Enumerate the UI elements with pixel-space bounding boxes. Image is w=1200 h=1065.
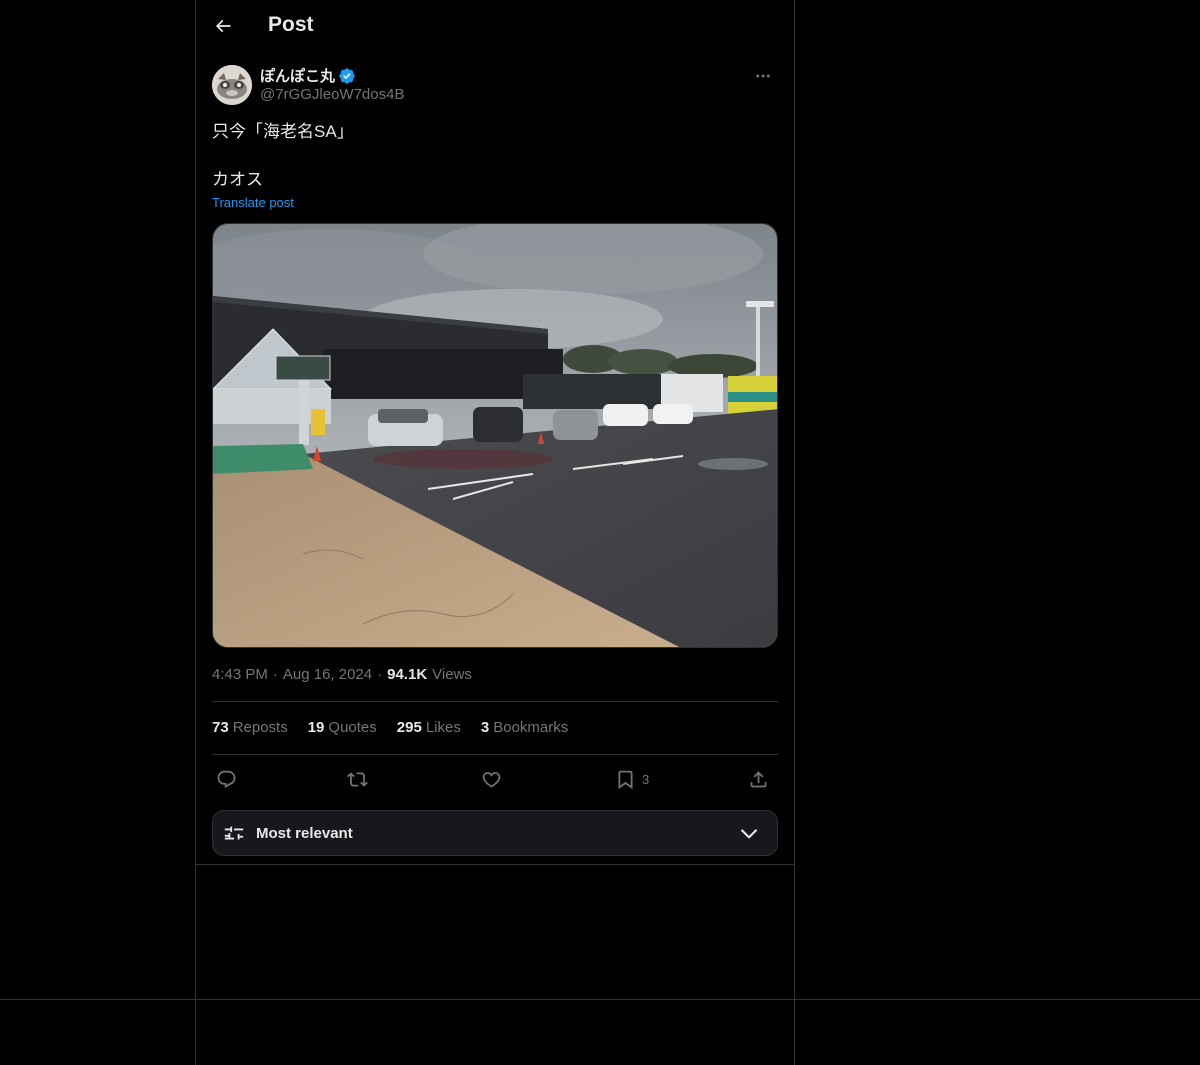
back-button[interactable] <box>206 9 240 43</box>
repost-button[interactable] <box>347 764 368 794</box>
page-title: Post <box>268 13 314 36</box>
reply-icon <box>217 770 236 788</box>
author-handle[interactable]: @7rGGJleoW7dos4B <box>260 86 404 103</box>
reposts-stat[interactable]: 73 Reposts <box>212 719 288 736</box>
share-icon <box>750 770 767 787</box>
stat-count: 73 <box>212 719 229 736</box>
post-text-gap <box>212 144 354 168</box>
stat-count: 3 <box>480 719 490 736</box>
post-actions: 3 <box>212 764 778 794</box>
quotes-stat[interactable]: 19 Quotes <box>308 719 377 736</box>
post-date[interactable]: Aug 16, 2024 <box>283 666 372 683</box>
chevron-down-icon <box>740 829 758 839</box>
bookmark-button[interactable]: 3 <box>615 764 649 794</box>
like-icon <box>482 771 501 788</box>
back-arrow-icon <box>215 19 231 33</box>
post-text-line: 只今「海老名SA」 <box>212 122 354 141</box>
post-stats: 73 Reposts 19 Quotes 295 Likes 3 Bookmar… <box>212 719 568 736</box>
meta-separator: · <box>272 666 278 683</box>
share-button[interactable] <box>748 764 769 794</box>
bottom-divider <box>0 999 1200 1000</box>
views-label: Views <box>432 666 472 683</box>
right-column-divider <box>794 0 795 1065</box>
sort-sliders-icon <box>224 826 244 840</box>
display-name-row[interactable]: ぽんぽこ丸 <box>260 65 356 86</box>
stat-label: Likes <box>425 719 461 736</box>
avatar[interactable] <box>212 65 252 105</box>
sort-label: Most relevant <box>256 825 353 842</box>
stat-label: Bookmarks <box>493 719 569 736</box>
views-count: 94.1K <box>387 666 428 683</box>
likes-stat[interactable]: 295 Likes <box>397 719 461 736</box>
column-section-divider <box>196 864 794 865</box>
meta-separator: · <box>377 666 383 683</box>
repost-icon <box>347 771 368 787</box>
stat-label: Reposts <box>232 719 288 736</box>
bookmark-icon <box>618 770 633 789</box>
post-time[interactable]: 4:43 PM <box>212 666 268 683</box>
post-text-line: カオス <box>212 170 263 189</box>
meta-divider <box>212 701 778 702</box>
post-photo[interactable] <box>212 223 778 648</box>
post-text: 只今「海老名SA」 カオス <box>212 120 354 192</box>
stat-label: Quotes <box>328 719 377 736</box>
left-column-divider <box>195 0 196 1065</box>
service-area-parking-photo <box>213 224 777 647</box>
stats-divider <box>212 754 778 755</box>
verified-badge-icon <box>339 67 355 84</box>
post-meta: 4:43 PM · Aug 16, 2024 · 94.1K Views <box>212 666 472 683</box>
bookmarks-stat[interactable]: 3 Bookmarks <box>481 719 568 736</box>
bookmark-count: 3 <box>642 771 650 787</box>
more-options-button[interactable] <box>748 64 778 88</box>
display-name[interactable]: ぽんぽこ丸 <box>260 65 335 86</box>
like-button[interactable] <box>481 764 502 794</box>
page-header: Post <box>196 0 794 53</box>
post-author: ぽんぽこ丸 @7rGGJleoW7dos4B <box>212 64 778 106</box>
translate-post-link[interactable]: Translate post <box>212 195 294 210</box>
reply-button[interactable] <box>216 764 237 794</box>
reply-sort-dropdown[interactable]: Most relevant <box>212 810 778 856</box>
more-icon <box>756 74 770 78</box>
stat-count: 295 <box>396 719 422 736</box>
stat-count: 19 <box>307 719 325 736</box>
